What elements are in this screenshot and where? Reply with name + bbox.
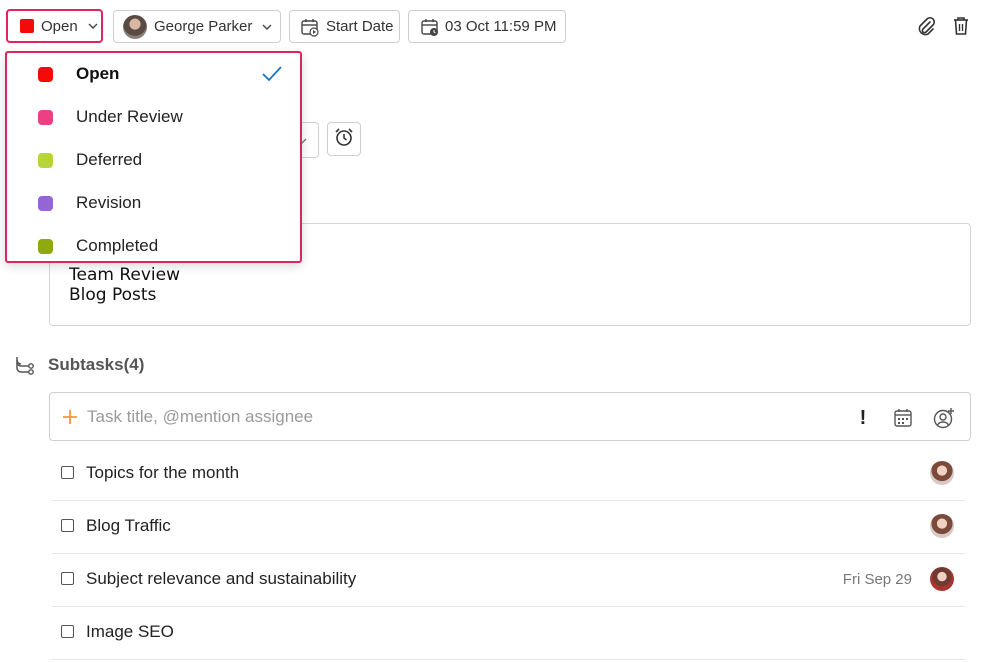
avatar [123, 14, 147, 39]
subtasks-icon [14, 354, 36, 376]
calendar-start-icon [300, 17, 320, 37]
assignee-name: George Parker [154, 18, 253, 35]
calendar-due-icon [420, 17, 440, 37]
description-line: Team Review [69, 265, 180, 285]
checkmark-icon [261, 64, 283, 84]
plus-icon[interactable] [60, 407, 80, 427]
status-dropdown-menu: Open Under Review Deferred Revision Comp… [5, 51, 302, 263]
status-option-revision[interactable]: Revision [7, 182, 300, 225]
status-option-label: Open [76, 64, 120, 83]
avatar[interactable] [930, 461, 954, 485]
subtask-title: Blog Traffic [86, 516, 171, 535]
due-date-button[interactable]: 03 Oct 11:59 PM [408, 10, 566, 43]
status-label: Open [41, 17, 78, 35]
subtask-title-input[interactable] [87, 403, 807, 431]
status-option-open[interactable]: Open [7, 53, 300, 96]
status-dropdown-button[interactable]: Open [6, 9, 103, 43]
assign-user-icon[interactable] [932, 406, 956, 430]
paperclip-icon[interactable] [915, 15, 937, 37]
chevron-down-icon [261, 21, 273, 33]
calendar-icon[interactable] [892, 407, 914, 429]
subtask-row[interactable]: Subject relevance and sustainability Fri… [52, 553, 966, 607]
avatar[interactable] [930, 514, 954, 538]
trash-icon[interactable] [950, 15, 972, 37]
task-toolbar: Open George Parker Start Date 03 Oct 11:… [0, 0, 984, 54]
status-color-dot [38, 110, 53, 125]
alarm-clock-icon [333, 126, 355, 153]
subtask-date: Fri Sep 29 [842, 571, 912, 588]
subtasks-title: Subtasks(4) [48, 355, 145, 374]
avatar[interactable] [930, 567, 954, 591]
start-date-label: Start Date [326, 18, 394, 35]
subtask-title: Topics for the month [86, 463, 240, 482]
priority-icon[interactable]: ! [853, 407, 873, 429]
status-color-dot [38, 67, 53, 82]
subtask-title: Subject relevance and sustainability [86, 569, 357, 588]
subtask-checkbox[interactable] [61, 519, 74, 532]
assignee-dropdown-button[interactable]: George Parker [113, 10, 281, 43]
status-option-label: Under Review [76, 107, 183, 126]
status-option-deferred[interactable]: Deferred [7, 139, 300, 182]
status-color-dot [38, 239, 53, 254]
due-date-label: 03 Oct 11:59 PM [445, 18, 557, 35]
status-color-dot [38, 153, 53, 168]
new-subtask-box[interactable]: ! [49, 392, 971, 441]
status-color-dot [38, 196, 53, 211]
subtask-checkbox[interactable] [61, 625, 74, 638]
start-date-button[interactable]: Start Date [289, 10, 400, 43]
status-option-label: Revision [76, 193, 142, 212]
description-line: Blog Posts [69, 285, 157, 305]
chevron-down-icon [87, 20, 99, 32]
subtask-row[interactable]: Image SEO [52, 606, 966, 660]
status-option-under-review[interactable]: Under Review [7, 96, 300, 139]
status-option-label: Completed [76, 236, 159, 255]
reminder-button[interactable] [327, 122, 361, 156]
subtask-checkbox[interactable] [61, 572, 74, 585]
subtask-title: Image SEO [86, 622, 174, 641]
status-option-label: Deferred [76, 150, 143, 169]
subtask-checkbox[interactable] [61, 466, 74, 479]
subtask-row[interactable]: Blog Traffic [52, 500, 966, 554]
status-option-completed[interactable]: Completed [7, 225, 300, 261]
subtask-row[interactable]: Topics for the month [52, 447, 966, 501]
status-color-swatch [20, 19, 34, 33]
